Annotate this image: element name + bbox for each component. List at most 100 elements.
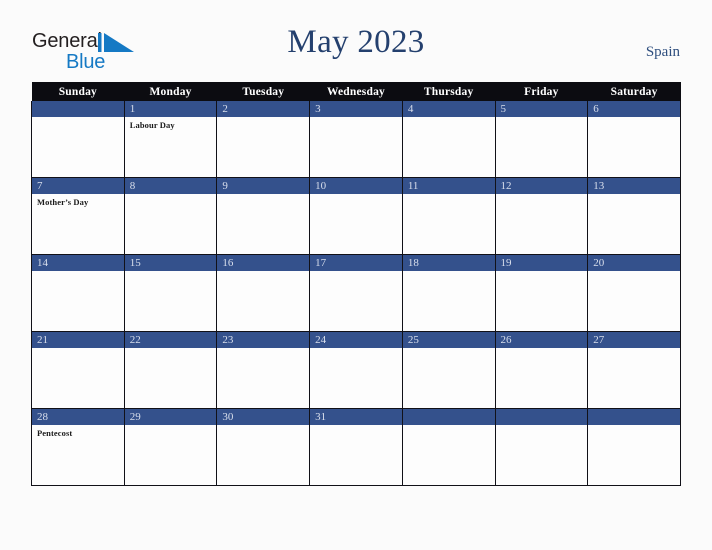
- day-events: [217, 117, 309, 177]
- weekday-header-tuesday: Tuesday: [216, 82, 310, 101]
- day-number: 5: [495, 101, 588, 117]
- day-events: [125, 194, 217, 254]
- day-events: [403, 348, 495, 408]
- day-number: 18: [402, 255, 495, 271]
- day-number: 7: [32, 178, 124, 194]
- calendar-header-row: Sunday Monday Tuesday Wednesday Thursday…: [31, 82, 681, 101]
- calendar-day-cell[interactable]: 18: [401, 254, 496, 332]
- day-number: 21: [32, 332, 124, 348]
- calendar-day-cell[interactable]: 22: [123, 331, 218, 409]
- calendar-day-cell[interactable]: 5: [494, 101, 589, 178]
- day-events: [403, 194, 495, 254]
- day-events: [217, 348, 309, 408]
- calendar-day-cell[interactable]: 10: [309, 177, 403, 255]
- day-events: [310, 271, 402, 331]
- calendar-day-cell[interactable]: 26: [494, 331, 589, 409]
- calendar-day-cell[interactable]: 16: [216, 254, 311, 332]
- weekday-header-saturday: Saturday: [587, 82, 681, 101]
- day-events: [217, 194, 309, 254]
- day-events: [496, 117, 588, 177]
- calendar-week-row: 7 Mother’s Day 8 9 10 11 12 13: [31, 177, 681, 255]
- day-number: 27: [588, 332, 680, 348]
- day-number: 20: [588, 255, 680, 271]
- day-events: Labour Day: [125, 117, 217, 177]
- day-events: Pentecost: [32, 425, 124, 485]
- calendar-day-cell[interactable]: [494, 408, 589, 486]
- calendar-day-cell[interactable]: 25: [401, 331, 496, 409]
- calendar-day-cell[interactable]: 20: [587, 254, 681, 332]
- day-number: [588, 409, 680, 425]
- day-events: [496, 194, 588, 254]
- day-number: 26: [495, 332, 588, 348]
- day-number: 2: [217, 101, 310, 117]
- holiday-event: Mother’s Day: [37, 197, 89, 207]
- day-events: [310, 117, 402, 177]
- calendar-day-cell[interactable]: 17: [309, 254, 403, 332]
- day-events: [125, 425, 217, 485]
- day-events: [496, 348, 588, 408]
- calendar-day-cell[interactable]: 9: [216, 177, 311, 255]
- weekday-header-sunday: Sunday: [31, 82, 125, 101]
- calendar-week-row: 21 22 23 24 25 26 27: [31, 331, 681, 409]
- day-number: 3: [310, 101, 402, 117]
- day-number: 11: [402, 178, 495, 194]
- calendar-day-cell[interactable]: 4: [401, 101, 496, 178]
- calendar-day-cell[interactable]: 8: [123, 177, 218, 255]
- day-number: 17: [310, 255, 402, 271]
- calendar-day-cell[interactable]: 28 Pentecost: [31, 408, 125, 486]
- day-events: [588, 271, 680, 331]
- day-events: Mother’s Day: [32, 194, 124, 254]
- calendar-day-cell[interactable]: 13: [587, 177, 681, 255]
- calendar-week-row: 14 15 16 17 18 19 20: [31, 254, 681, 332]
- calendar-day-cell[interactable]: 15: [123, 254, 218, 332]
- weekday-header-friday: Friday: [495, 82, 588, 101]
- calendar-day-cell[interactable]: [31, 101, 125, 178]
- day-events: [32, 271, 124, 331]
- day-events: [403, 117, 495, 177]
- calendar-day-cell[interactable]: 2: [216, 101, 311, 178]
- calendar-day-cell[interactable]: 27: [587, 331, 681, 409]
- day-events: [588, 117, 680, 177]
- page-title: May 2023: [287, 24, 425, 60]
- day-events: [125, 271, 217, 331]
- day-number: 31: [310, 409, 402, 425]
- holiday-event: Pentecost: [37, 428, 73, 438]
- calendar-day-cell[interactable]: 24: [309, 331, 403, 409]
- day-number: 16: [217, 255, 310, 271]
- calendar-week-row: 1 Labour Day 2 3 4 5 6: [31, 101, 681, 178]
- day-number: 9: [217, 178, 310, 194]
- calendar-day-cell[interactable]: 7 Mother’s Day: [31, 177, 125, 255]
- calendar-day-cell[interactable]: 21: [31, 331, 125, 409]
- day-events: [217, 271, 309, 331]
- day-number: 6: [588, 101, 680, 117]
- calendar-day-cell[interactable]: 19: [494, 254, 589, 332]
- calendar-day-cell[interactable]: [401, 408, 496, 486]
- calendar-day-cell[interactable]: 14: [31, 254, 125, 332]
- day-number: 29: [124, 409, 217, 425]
- day-number: 23: [217, 332, 310, 348]
- country-label: Spain: [645, 44, 680, 60]
- calendar-day-cell[interactable]: 6: [587, 101, 681, 178]
- day-number: [32, 101, 124, 117]
- calendar-table: Sunday Monday Tuesday Wednesday Thursday…: [31, 82, 681, 486]
- day-events: [310, 425, 402, 485]
- day-events: [32, 117, 124, 177]
- calendar-day-cell[interactable]: 11: [401, 177, 496, 255]
- calendar-day-cell[interactable]: 1 Labour Day: [123, 101, 218, 178]
- calendar-day-cell[interactable]: 30: [216, 408, 311, 486]
- day-number: 8: [124, 178, 217, 194]
- day-number: 22: [124, 332, 217, 348]
- calendar-day-cell[interactable]: 12: [494, 177, 589, 255]
- day-number: 25: [402, 332, 495, 348]
- calendar-day-cell[interactable]: 31: [309, 408, 403, 486]
- calendar-day-cell[interactable]: 23: [216, 331, 311, 409]
- day-number: 14: [32, 255, 124, 271]
- calendar-day-cell[interactable]: 3: [309, 101, 403, 178]
- day-events: [310, 194, 402, 254]
- calendar-day-cell[interactable]: 29: [123, 408, 218, 486]
- day-number: 10: [310, 178, 402, 194]
- day-number: 12: [495, 178, 588, 194]
- day-events: [496, 271, 588, 331]
- calendar-day-cell[interactable]: [587, 408, 681, 486]
- day-events: [403, 271, 495, 331]
